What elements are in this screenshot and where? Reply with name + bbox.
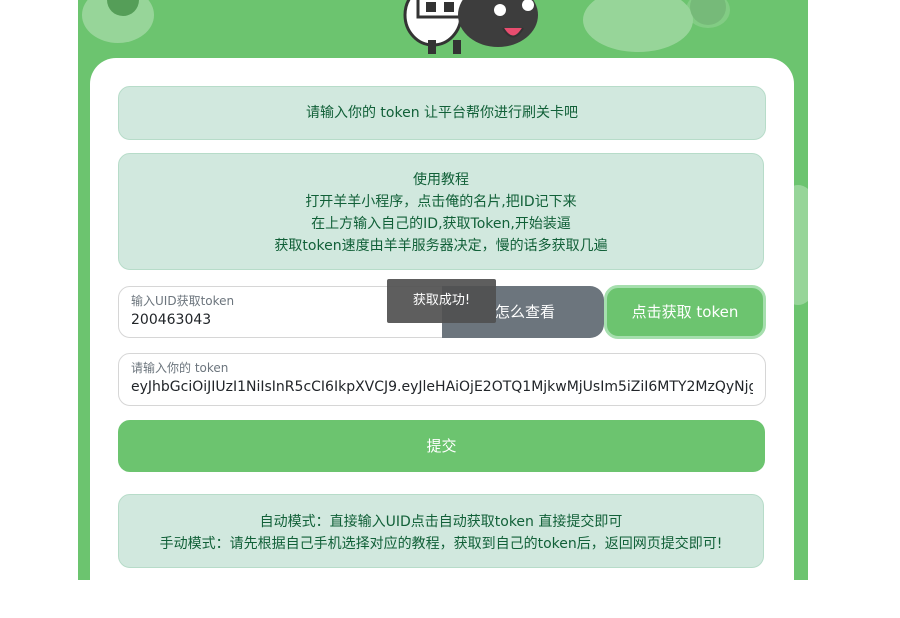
manual-mode-text: 手动模式：请先根据自己手机选择对应的教程，获取到自己的token后，返回网页提交… (159, 536, 723, 552)
tutorial-box: 使用教程 打开羊羊小程序，点击俺的名片,把ID记下来 在上方输入自己的ID,获取… (118, 153, 764, 270)
notice-banner: 请输入你的 token 让平台帮你进行刷关卡吧 (118, 86, 766, 140)
sheep-decoration-icon (583, 0, 730, 52)
fetch-token-button[interactable]: 点击获取 token (604, 285, 766, 339)
mode-info-box: 自动模式：直接输入UID点击自动获取token 直接提交即可 手动模式：请先根据… (118, 494, 764, 568)
tutorial-heading: 使用教程 (413, 172, 469, 188)
token-form-card: 请输入你的 token 让平台帮你进行刷关卡吧 使用教程 打开羊羊小程序，点击俺… (90, 58, 794, 618)
tutorial-line: 在上方输入自己的ID,获取Token,开始装逼 (311, 216, 571, 232)
token-field-label: 请输入你的 token (131, 361, 229, 375)
submit-button[interactable]: 提交 (118, 420, 765, 472)
success-toast: 获取成功! (387, 279, 496, 323)
sheep-decoration-icon (82, 0, 154, 43)
token-input[interactable] (131, 376, 753, 398)
tutorial-line: 获取token速度由羊羊服务器决定，慢的话多获取几遍 (274, 238, 608, 254)
token-field[interactable]: 请输入你的 token (118, 353, 766, 406)
mascot-sheep-icon (403, 0, 538, 54)
tutorial-line: 打开羊羊小程序，点击俺的名片,把ID记下来 (305, 194, 577, 210)
auto-mode-text: 自动模式：直接输入UID点击自动获取token 直接提交即可 (259, 514, 623, 530)
